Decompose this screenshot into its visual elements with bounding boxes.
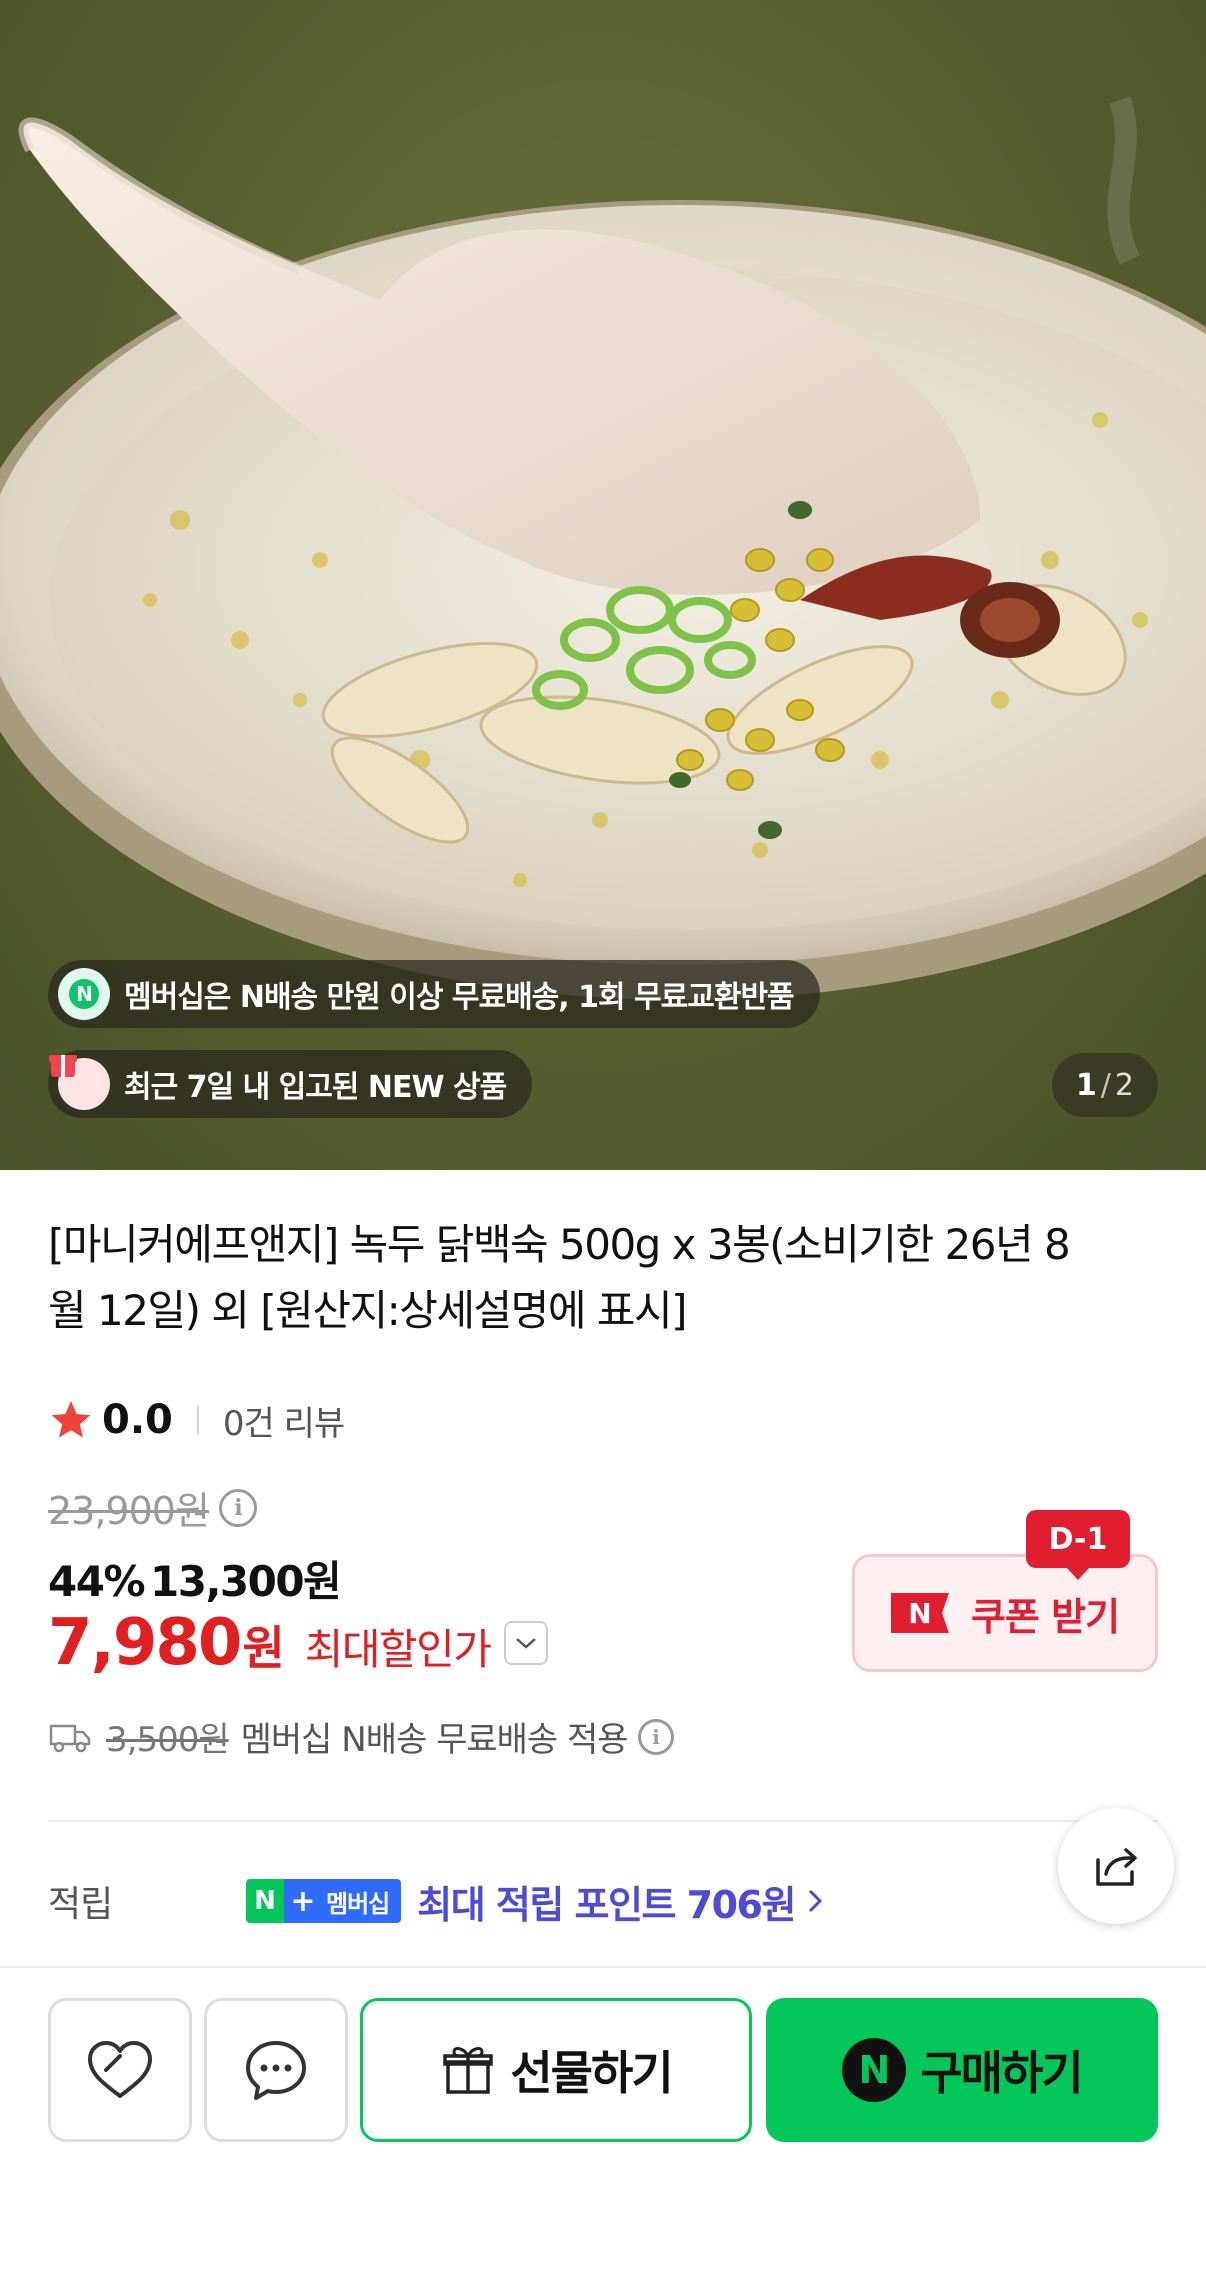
coupon-download-button[interactable]: N 쿠폰 받기 <box>852 1554 1158 1672</box>
shipping-fee: 3,500원 <box>106 1720 230 1760</box>
badge-n: N <box>246 1879 284 1923</box>
review-count[interactable]: 0건 리뷰 <box>223 1396 345 1445</box>
product-image-carousel[interactable]: N 멤버십은 N배송 만원 이상 무료배송, 1회 무료교환반품 최근 7일 내… <box>0 0 1206 1170</box>
divider <box>48 1820 1158 1822</box>
badge-membership: 멤버십 <box>322 1879 402 1923</box>
share-button[interactable] <box>1058 1808 1174 1924</box>
max-discount-row: 7,980 원 최대할인가 <box>48 1606 549 1680</box>
n-plus-membership-badge: N + 멤버십 <box>246 1879 402 1923</box>
rating-divider <box>196 1405 199 1435</box>
original-price: 23,900원 <box>48 1489 210 1533</box>
price-detail-dropdown[interactable] <box>504 1621 549 1665</box>
max-points-text[interactable]: 최대 적립 포인트 706원 <box>417 1874 796 1929</box>
chat-inquiry-button[interactable] <box>204 1998 348 2142</box>
chat-bubble-icon <box>246 2041 306 2100</box>
shipping-info-icon[interactable]: i <box>637 1718 674 1755</box>
n-membership-icon: N <box>58 968 110 1020</box>
max-discount-unit: 원 <box>242 1621 285 1675</box>
max-discount-label: 최대할인가 <box>304 1625 492 1674</box>
image-counter-separator: / <box>1100 1067 1111 1103</box>
rating-row[interactable]: 0.0 0건 리뷰 <box>48 1392 345 1448</box>
coupon-label: 쿠폰 받기 <box>970 1594 1120 1639</box>
product-title: [마니커에프앤지] 녹두 닭백숙 500g x 3봉(소비기한 26년 8월 1… <box>48 1220 1071 1335</box>
truck-icon <box>49 1724 91 1752</box>
coupon-area: N 쿠폰 받기 D-1 <box>852 1510 1158 1674</box>
gift-icon <box>443 2047 494 2094</box>
image-counter-current: 1 <box>1075 1067 1097 1103</box>
new-banner-text: 최근 7일 내 입고된 NEW 상품 <box>124 1070 507 1105</box>
badge-plus: + <box>284 1879 322 1923</box>
sale-price: 13,300원 <box>150 1557 342 1606</box>
max-discount-price: 7,980 <box>48 1606 242 1680</box>
gift-button[interactable]: 선물하기 <box>360 1998 752 2142</box>
image-counter-total: 2 <box>1114 1067 1134 1103</box>
membership-banner-text: 멤버십은 N배송 만원 이상 무료배송, 1회 무료교환반품 <box>124 980 795 1015</box>
price-info-icon[interactable]: i <box>218 1488 257 1527</box>
gift-label: 선물하기 <box>510 2046 673 2100</box>
share-icon <box>1096 1848 1137 1886</box>
star-icon <box>51 1400 91 1438</box>
new-box-icon <box>49 1055 110 1110</box>
heart-icon <box>88 2041 152 2098</box>
new-product-banner: 최근 7일 내 입고된 NEW 상품 <box>48 1050 533 1118</box>
wishlist-button[interactable] <box>48 1998 192 2142</box>
naver-pay-logo-icon: N <box>842 2038 907 2102</box>
rating-value: 0.0 <box>102 1397 173 1443</box>
d-day-badge: D-1 <box>1026 1510 1130 1580</box>
points-row[interactable]: 적립 N + 멤버십 최대 적립 포인트 706원 <box>48 1870 1048 1932</box>
bottom-bar-divider <box>0 1966 1206 1968</box>
n-coupon-logo-icon: N <box>890 1593 949 1633</box>
buy-label: 구매하기 <box>920 2046 1083 2100</box>
sale-price-row: 44% 13,300원 <box>48 1548 342 1609</box>
discount-percent: 44% <box>48 1557 146 1606</box>
buy-button[interactable]: N 구매하기 <box>766 1998 1158 2142</box>
shipping-text: 멤버십 N배송 무료배송 적용 <box>240 1720 629 1760</box>
shipping-row: 3,500원 멤버십 N배송 무료배송 적용 i <box>48 1712 674 1761</box>
points-label: 적립 <box>48 1884 113 1925</box>
original-price-row: 23,900원 i <box>48 1480 257 1535</box>
chevron-down-icon <box>516 1638 537 1649</box>
chevron-right-icon <box>808 1889 823 1913</box>
image-counter: 1 / 2 <box>1051 1053 1158 1117</box>
membership-shipping-banner: N 멤버십은 N배송 만원 이상 무료배송, 1회 무료교환반품 <box>48 960 820 1028</box>
